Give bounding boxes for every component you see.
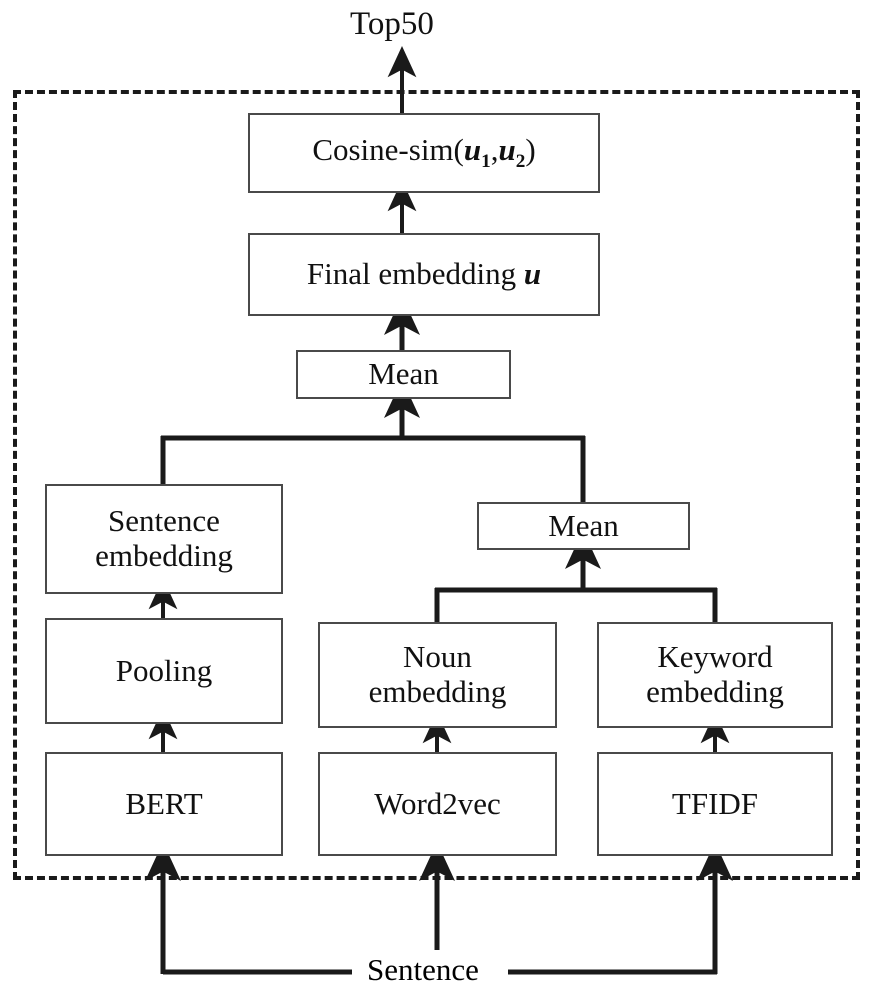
node-word2vec[interactable]: Word2vec [318,752,557,856]
input-label-sentence: Sentence [355,952,491,988]
node-mean-mid[interactable]: Mean [477,502,690,550]
node-noun-embedding-label: Noun embedding [368,639,507,709]
node-bert[interactable]: BERT [45,752,283,856]
node-word2vec-label: Word2vec [374,785,501,821]
node-keyword-embedding-label: Keyword embedding [646,639,784,709]
node-bert-label: BERT [125,785,203,821]
node-cosine-sim[interactable]: Cosine-sim(u1,u2) [248,113,600,193]
figure-canvas: Top50 Cosine-sim(u1,u2) Final embedding … [0,0,878,1000]
node-tfidf-label: TFIDF [671,785,759,821]
node-mean-top[interactable]: Mean [296,350,511,399]
node-cosine-sim-label: Cosine-sim(u1,u2) [312,132,536,173]
node-mean-mid-label: Mean [548,507,619,543]
node-mean-top-label: Mean [368,356,439,392]
node-tfidf[interactable]: TFIDF [597,752,833,856]
node-final-embedding-label: Final embedding u [306,256,542,292]
node-sentence-embedding[interactable]: Sentence embedding [45,484,283,594]
node-noun-embedding[interactable]: Noun embedding [318,622,557,728]
output-label-top50: Top50 [350,6,434,42]
node-final-embedding[interactable]: Final embedding u [248,233,600,316]
node-keyword-embedding[interactable]: Keyword embedding [597,622,833,728]
node-pooling-label: Pooling [115,652,213,688]
node-sentence-embedding-label: Sentence embedding [95,503,233,573]
node-pooling[interactable]: Pooling [45,618,283,724]
